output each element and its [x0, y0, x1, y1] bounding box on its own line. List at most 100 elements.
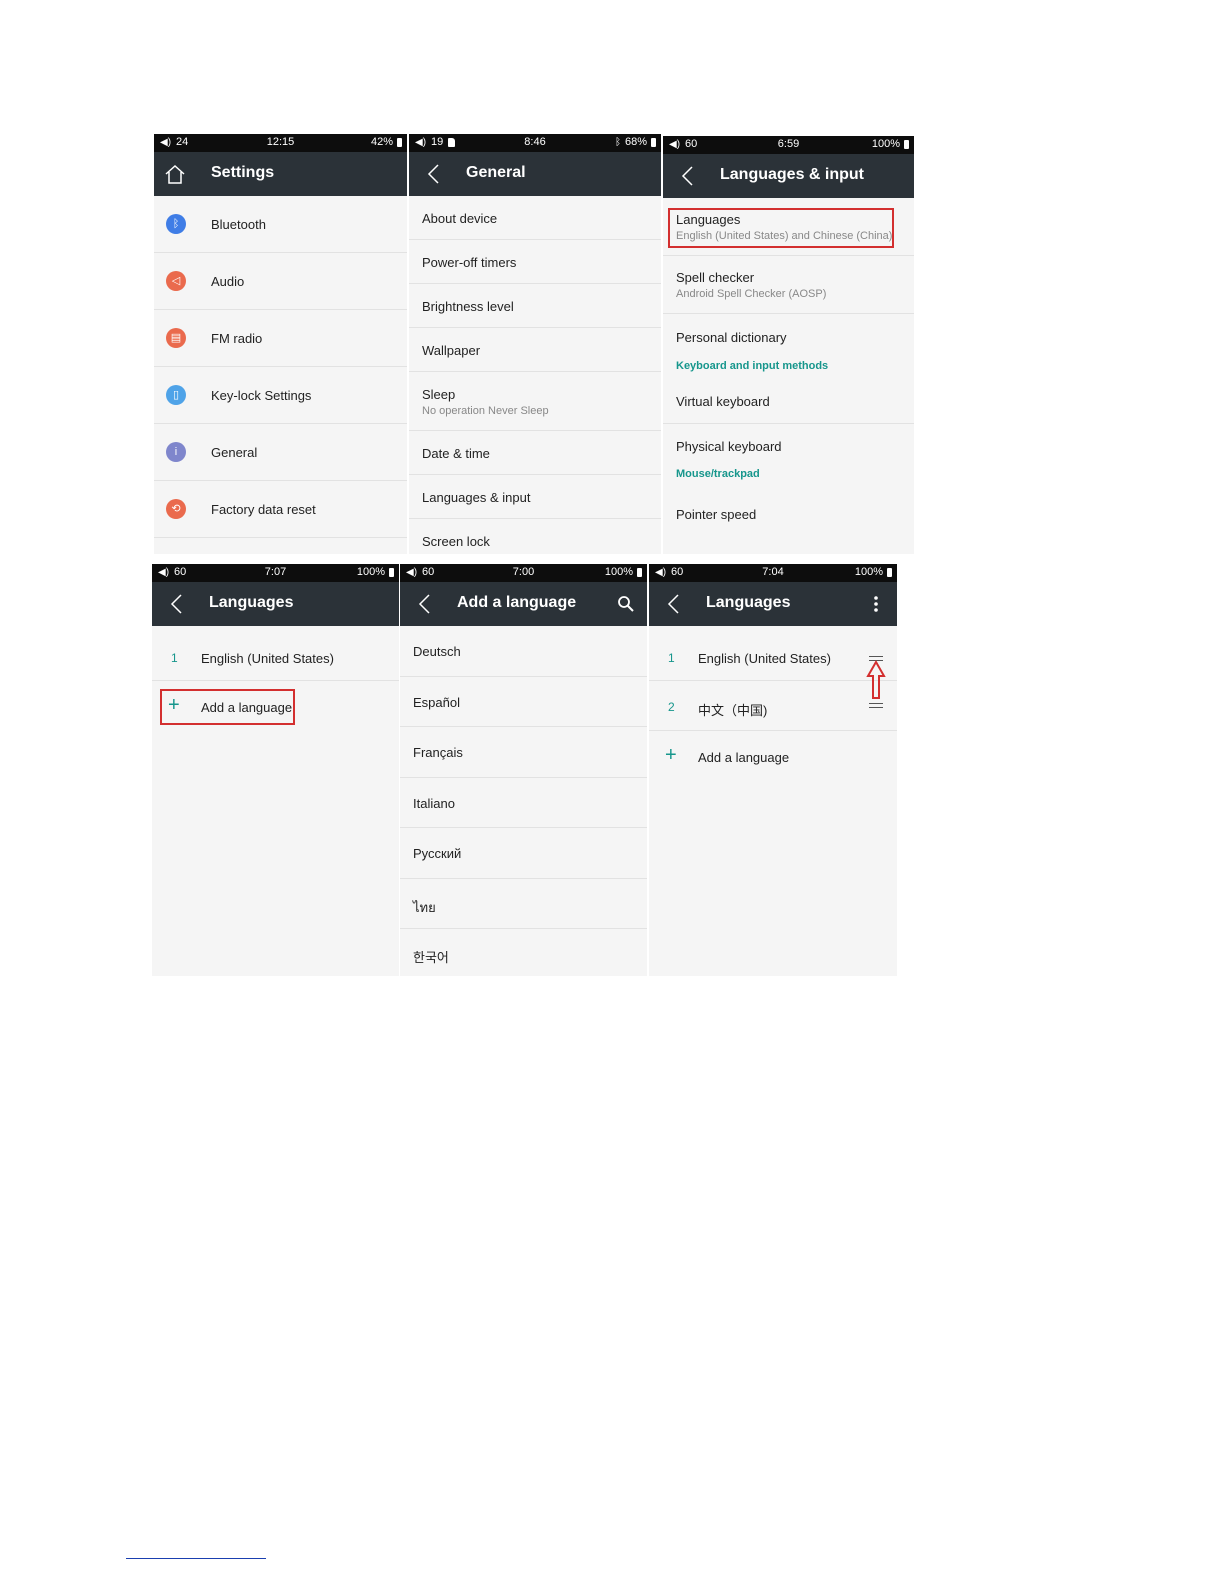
status-bar: ◀) 60 7:00 100%	[400, 564, 647, 582]
battery-icon	[397, 137, 402, 147]
bluetooth-status-icon: ᛒ	[614, 136, 621, 148]
status-bar: ◀) 19 8:46 ᛒ 68%	[409, 134, 661, 152]
status-bar: ◀) 60 6:59 100%	[663, 136, 914, 154]
language-option[interactable]: Français	[400, 727, 647, 778]
general-list: About device Power-off timers Brightness l…	[409, 196, 661, 554]
keyboard-section-header: Keyboard and input methods	[663, 358, 914, 380]
battery-level: 100%	[871, 138, 900, 150]
status-bar: ◀) 24 12:15 42%	[154, 134, 407, 152]
page-title: Settings	[211, 164, 275, 181]
highlight-box	[160, 689, 295, 725]
settings-item-fm-radio[interactable]: ▤ FM radio	[154, 310, 407, 367]
item-sub: Android Spell Checker (AOSP)	[676, 288, 827, 300]
clock: 12:15	[266, 136, 295, 148]
settings-item-label: General	[211, 445, 258, 460]
battery-level: 42%	[370, 136, 393, 148]
language-option[interactable]: Русский	[400, 828, 647, 879]
page-title: Languages	[706, 594, 791, 611]
languages-item[interactable]: Languages English (United States) and Ch…	[663, 198, 914, 256]
reset-icon: ⟲	[166, 499, 186, 519]
general-item-sleep[interactable]: Sleep No operation Never Sleep	[409, 372, 661, 431]
more-options-icon[interactable]	[865, 593, 887, 615]
bluetooth-icon: ᛒ	[166, 214, 186, 234]
pointer-speed-item[interactable]: Pointer speed	[663, 490, 914, 534]
status-bar: ◀) 60 7:04 100%	[649, 564, 897, 582]
language-option[interactable]: Italiano	[400, 777, 647, 828]
settings-screen: ◀) 24 12:15 42% Settings ᛒ Bluetooth ◁ Audio…	[154, 134, 407, 554]
page-title: Languages & input	[720, 166, 864, 183]
virtual-keyboard-item[interactable]: Virtual keyboard	[663, 380, 914, 424]
language-option[interactable]: Español	[400, 676, 647, 727]
language-option-label: Français	[413, 745, 463, 760]
keylock-icon: ▯	[166, 385, 186, 405]
item-label: Languages & input	[422, 490, 531, 505]
general-item-power-off-timers[interactable]: Power-off timers	[409, 240, 661, 284]
battery-level: 100%	[854, 566, 883, 578]
page-title: Languages	[209, 594, 294, 611]
general-item-date-time[interactable]: Date & time	[409, 431, 661, 475]
drag-handle-icon[interactable]	[869, 703, 883, 711]
language-label: 中文（中国)	[698, 703, 768, 718]
section-label: Mouse/trackpad	[676, 468, 760, 480]
back-arrow-icon[interactable]	[677, 165, 699, 187]
footnote-separator	[126, 1558, 266, 1559]
language-item[interactable]: 2 中文（中国)	[649, 681, 897, 731]
highlight-box	[668, 208, 894, 248]
language-option[interactable]: 한국어	[400, 929, 647, 976]
battery-level: 68%	[624, 136, 647, 148]
section-label: Keyboard and input methods	[676, 360, 829, 372]
title-bar: Languages	[649, 582, 897, 626]
back-arrow-icon[interactable]	[414, 593, 436, 615]
up-arrow-icon	[866, 660, 886, 699]
item-label: Power-off timers	[422, 255, 517, 270]
personal-dictionary-item[interactable]: Personal dictionary	[663, 314, 914, 358]
back-arrow-icon[interactable]	[663, 593, 685, 615]
settings-item-general[interactable]: i General	[154, 424, 407, 481]
language-label: English (United States)	[698, 651, 831, 666]
add-language-button[interactable]: + Add a language	[152, 681, 399, 731]
title-bar: Settings	[154, 152, 407, 196]
general-item-wallpaper[interactable]: Wallpaper	[409, 328, 661, 372]
physical-keyboard-item[interactable]: Physical keyboard	[663, 424, 914, 468]
battery-icon	[904, 139, 909, 149]
item-sub: No operation Never Sleep	[422, 405, 549, 417]
add-language-button[interactable]: + Add a language	[649, 731, 897, 781]
page-title: Add a language	[457, 594, 577, 611]
language-option-label: Deutsch	[413, 644, 461, 659]
language-option-label: ไทย	[413, 899, 436, 915]
language-option-label: Español	[413, 694, 460, 710]
language-item[interactable]: 1 English (United States)	[152, 626, 399, 681]
general-item-languages-input[interactable]: Languages & input	[409, 475, 661, 519]
item-label: Virtual keyboard	[676, 394, 770, 409]
item-label: Brightness level	[422, 299, 514, 314]
back-arrow-icon[interactable]	[423, 163, 445, 185]
language-option[interactable]: ไทย	[400, 878, 647, 929]
language-order-number: 1	[668, 651, 675, 665]
language-options-list: Deutsch Español Français Italiano Русский ไทย…	[400, 626, 647, 976]
language-item[interactable]: 1 English (United States)	[649, 626, 897, 681]
title-bar: Languages	[152, 582, 399, 626]
item-label: Screen lock	[422, 534, 490, 549]
settings-item-factory-data-reset[interactable]: ⟲ Factory data reset	[154, 481, 407, 538]
general-item-brightness-level[interactable]: Brightness level	[409, 284, 661, 328]
spell-checker-item[interactable]: Spell checker Android Spell Checker (AOS…	[663, 256, 914, 314]
battery-level: 100%	[356, 566, 385, 578]
search-icon[interactable]	[615, 593, 637, 615]
language-option-label: Italiano	[413, 795, 455, 811]
general-item-screen-lock[interactable]: Screen lock	[409, 519, 661, 554]
title-bar: General	[409, 152, 661, 196]
speaker-icon: ◁	[166, 271, 186, 291]
back-arrow-icon[interactable]	[166, 593, 188, 615]
item-label: Sleep	[422, 387, 456, 402]
language-order-number: 2	[668, 700, 675, 714]
page-title: General	[466, 164, 526, 181]
item-label: Date & time	[422, 446, 490, 461]
languages-screen-1: ◀) 60 7:07 100% Languages 1 English (Unit…	[152, 564, 399, 976]
language-option[interactable]: Deutsch	[400, 626, 647, 677]
home-icon[interactable]	[164, 163, 186, 185]
general-item-about-device[interactable]: About device	[409, 196, 661, 240]
settings-item-label: Audio	[211, 274, 245, 289]
settings-item-bluetooth[interactable]: ᛒ Bluetooth	[154, 196, 407, 253]
settings-item-audio[interactable]: ◁ Audio	[154, 253, 407, 310]
settings-item-key-lock-settings[interactable]: ▯ Key-lock Settings	[154, 367, 407, 424]
